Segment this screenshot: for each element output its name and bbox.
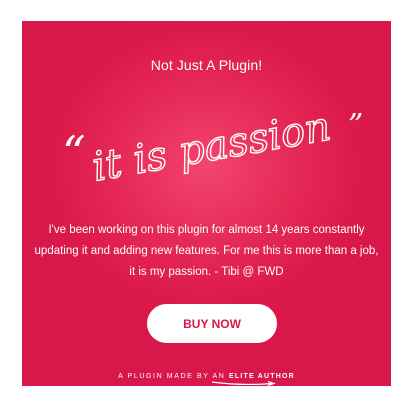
script-headline: “ it is passion ” xyxy=(22,83,391,203)
open-quote: “ xyxy=(62,126,86,180)
elite-author-label: ELITE AUTHOR xyxy=(228,373,295,380)
script-phrase: it is passion xyxy=(89,104,334,191)
curved-arrow-icon xyxy=(211,381,276,386)
author-credit: A PLUGIN MADE BY AN ELITE AUTHOR xyxy=(22,373,391,380)
script-headline-svg: “ it is passion ” xyxy=(62,103,363,192)
panel-subtitle: Not Just A Plugin! xyxy=(150,57,263,73)
close-quote: ” xyxy=(348,108,363,143)
plugin-description: I've been working on this plugin for alm… xyxy=(34,224,379,278)
buy-now-button[interactable]: BUY NOW xyxy=(147,304,277,343)
author-credit-prefix: A PLUGIN MADE BY AN xyxy=(118,373,229,380)
promo-panel: Not Just A Plugin! “ it is passion ” I'v… xyxy=(22,21,391,386)
